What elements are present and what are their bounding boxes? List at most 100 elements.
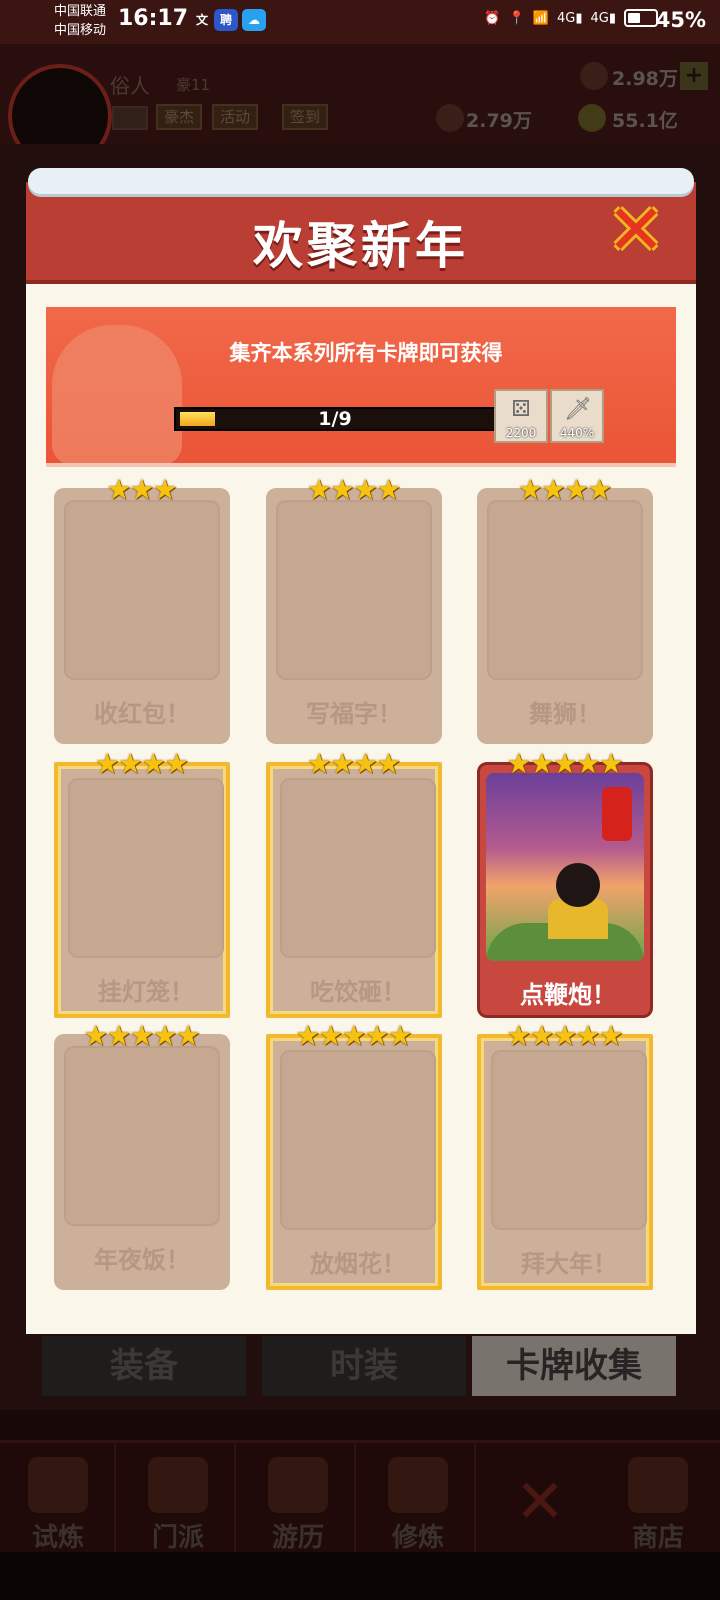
figure-shape [556, 863, 600, 907]
card-frame: 舞狮！ [477, 488, 653, 744]
star-icon: ★ [175, 1019, 201, 1052]
star-icon: ★ [106, 1019, 132, 1052]
card-1[interactable]: 收红包！ ★★★ [54, 476, 230, 744]
star-icon: ★ [506, 747, 532, 780]
star-icon: ★ [329, 473, 355, 506]
banner-text: 集齐本系列所有卡牌即可获得 [229, 341, 503, 365]
star-icon: ★ [106, 473, 132, 506]
progress-text: 1/9 [318, 408, 352, 430]
recruit-app-icon: 聘 [214, 9, 238, 31]
alarm-icon: ⏰ [484, 10, 501, 26]
star-icon: ★ [306, 747, 332, 780]
carrier-2: 中国移动 [54, 23, 107, 38]
card-stars: ★★★★★ [54, 1022, 230, 1050]
star-icon: ★ [529, 1019, 555, 1052]
card-frame: 写福字！ [266, 488, 442, 744]
card-7[interactable]: 年夜饭！ ★★★★★ [54, 1022, 230, 1290]
card-placeholder [487, 500, 643, 680]
star-icon: ★ [353, 473, 379, 506]
app-notification-icon: 文 [195, 13, 208, 27]
card-label: 拜大年！ [521, 1250, 617, 1278]
star-icon: ★ [598, 1019, 624, 1052]
battery-icon [624, 9, 658, 27]
collection-progress-bar: 1/9 [174, 407, 496, 431]
card-label: 写福字！ [306, 700, 402, 728]
close-button[interactable]: ✕ [604, 195, 668, 265]
reward-banner: 集齐本系列所有卡牌即可获得 1/9 ⚄ 2200 🗡 440% [46, 307, 676, 467]
star-icon: ★ [129, 473, 155, 506]
card-placeholder [280, 778, 436, 958]
card-6[interactable]: 点鞭炮！ ★★★★★ [477, 750, 653, 1018]
star-icon: ★ [152, 473, 178, 506]
star-icon: ★ [552, 747, 578, 780]
card-placeholder [276, 500, 432, 680]
modal-header: 欢聚新年 ✕ [26, 182, 696, 284]
signal-1-icon: 4G▮ [556, 10, 583, 26]
star-icon: ★ [83, 1019, 109, 1052]
card-8[interactable]: 放烟花！ ★★★★★ [266, 1022, 442, 1290]
star-icon: ★ [575, 747, 601, 780]
star-icon: ★ [587, 473, 613, 506]
card-frame: 吃饺砸！ [266, 762, 442, 1018]
star-icon: ★ [117, 747, 143, 780]
location-icon: 📍 [508, 10, 525, 26]
star-icon: ★ [376, 747, 402, 780]
card-frame: 点鞭炮！ [477, 762, 653, 1018]
card-placeholder [64, 1046, 220, 1226]
card-label: 舞狮！ [529, 700, 601, 728]
network-1-label: 4G [556, 10, 576, 26]
star-icon: ★ [364, 1019, 390, 1052]
card-placeholder [491, 1050, 647, 1230]
star-icon: ★ [94, 747, 120, 780]
battery-percent: 45% [655, 8, 706, 32]
card-2[interactable]: 写福字！ ★★★★ [266, 476, 442, 744]
sword-icon: 🗡 [564, 397, 592, 422]
card-frame: 拜大年！ [477, 1034, 653, 1290]
carrier-labels: 中国联通 中国移动 [54, 2, 106, 40]
reward-dice-value: 2200 [505, 426, 537, 440]
reward-sword-value: 440% [559, 426, 595, 440]
star-icon: ★ [517, 473, 543, 506]
card-5[interactable]: 吃饺砸！ ★★★★ [266, 750, 442, 1018]
card-label: 年夜饭！ [94, 1246, 190, 1274]
star-icon: ★ [529, 747, 555, 780]
carrier-1: 中国联通 [54, 4, 107, 19]
star-icon: ★ [329, 747, 355, 780]
card-placeholder [64, 500, 220, 680]
status-bar: 中国联通 中国移动 16:17 文 聘 ☁ ⏰ 📍 📶 4G▮ 4G▮ 45% [0, 0, 720, 44]
reward-dice[interactable]: ⚄ 2200 [494, 389, 548, 443]
status-icons: ⏰ 📍 📶 4G▮ 4G▮ [484, 9, 658, 27]
card-stars: ★★★★ [266, 750, 442, 778]
star-icon: ★ [295, 1019, 321, 1052]
card-9[interactable]: 拜大年！ ★★★★★ [477, 1022, 653, 1290]
star-icon: ★ [341, 1019, 367, 1052]
weather-app-icon: ☁ [242, 9, 266, 31]
card-label: 吃饺砸！ [310, 978, 406, 1006]
star-icon: ★ [575, 1019, 601, 1052]
star-icon: ★ [129, 1019, 155, 1052]
reward-sword[interactable]: 🗡 440% [550, 389, 604, 443]
star-icon: ★ [552, 1019, 578, 1052]
card-label: 收红包！ [94, 700, 190, 728]
snow-decoration [28, 168, 694, 194]
card-stars: ★★★★★ [266, 1022, 442, 1050]
star-icon: ★ [152, 1019, 178, 1052]
card-label: 放烟花！ [310, 1250, 406, 1278]
card-frame: 挂灯笼！ [54, 762, 230, 1018]
card-frame: 收红包！ [54, 488, 230, 744]
card-label: 点鞭炮！ [520, 981, 616, 1009]
clock: 16:17 [118, 6, 189, 31]
card-3[interactable]: 舞狮！ ★★★★ [477, 476, 653, 744]
card-stars: ★★★★★ [477, 750, 653, 778]
card-4[interactable]: 挂灯笼！ ★★★★ [54, 750, 230, 1018]
card-series-modal: 欢聚新年 ✕ 集齐本系列所有卡牌即可获得 1/9 ⚄ 2200 🗡 440% 收… [26, 168, 696, 1334]
card-stars: ★★★★ [54, 750, 230, 778]
star-icon: ★ [506, 1019, 532, 1052]
card-frame: 年夜饭！ [54, 1034, 230, 1290]
star-icon: ★ [598, 747, 624, 780]
star-icon: ★ [540, 473, 566, 506]
lion-dance-icon [52, 325, 182, 463]
star-icon: ★ [164, 747, 190, 780]
star-icon: ★ [387, 1019, 413, 1052]
card-label: 挂灯笼！ [98, 978, 194, 1006]
